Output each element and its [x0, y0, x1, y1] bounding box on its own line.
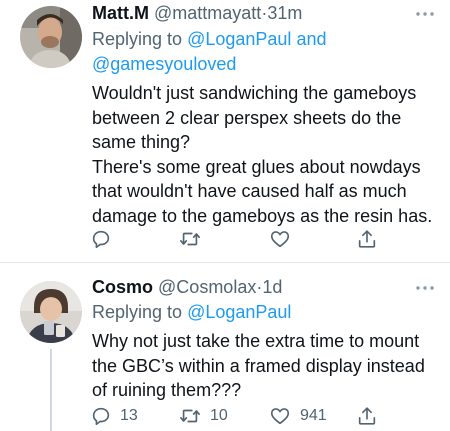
like-button[interactable] — [268, 224, 292, 254]
replying-prefix: Replying to — [92, 302, 183, 322]
avatar[interactable] — [20, 281, 82, 343]
thread-line — [50, 349, 52, 431]
reply-icon — [92, 407, 110, 426]
like-count: 941 — [300, 407, 327, 424]
like-button[interactable]: 941 — [268, 401, 327, 431]
retweet-button[interactable]: 10 — [178, 401, 228, 431]
mention-link[interactable]: @gamesyouloved — [92, 54, 236, 74]
timestamp[interactable]: 1d — [262, 277, 282, 297]
share-button[interactable] — [356, 224, 378, 254]
retweet-icon — [180, 232, 200, 246]
heart-icon — [270, 231, 290, 248]
share-button[interactable] — [356, 401, 378, 431]
reply-button[interactable] — [90, 224, 112, 254]
tweet-matt[interactable]: Matt.M @mattmayatt·31m Replying to @Loga… — [0, 0, 450, 262]
display-name[interactable]: Matt.M — [92, 3, 149, 23]
tweet-actions: 13 10 941 — [80, 401, 450, 431]
tweet-header: Matt.M @mattmayatt·31m — [92, 2, 302, 24]
retweet-icon — [180, 409, 200, 423]
tweet-cosmo[interactable]: Cosmo @Cosmolax·1d Replying to @LoganPau… — [0, 263, 450, 431]
tweet-actions — [80, 224, 450, 254]
timestamp[interactable]: 31m — [267, 3, 302, 23]
reply-button[interactable]: 13 — [90, 401, 138, 431]
avatar-image — [20, 281, 82, 343]
heart-icon — [270, 408, 290, 425]
tweet-text-line: that wouldn't have caused half as much — [92, 181, 407, 201]
tweet-text-line: same thing? — [92, 132, 191, 152]
tweet-header: Cosmo @Cosmolax·1d — [92, 276, 282, 298]
retweet-button[interactable] — [178, 224, 202, 254]
avatar-image — [20, 6, 82, 68]
replying-prefix: Replying to — [92, 29, 183, 49]
reply-icon — [92, 230, 110, 249]
share-icon — [358, 407, 376, 425]
replying-to: Replying to @LoganPaul and @gamesyoulove… — [92, 27, 432, 77]
tweet-text-line: There's some great glues about nowdays — [92, 156, 421, 177]
user-handle[interactable]: @Cosmolax — [158, 277, 256, 297]
mention-link[interactable]: @LoganPaul — [187, 302, 291, 322]
mention-link[interactable]: @LoganPaul — [187, 29, 291, 49]
replying-to: Replying to @LoganPaul — [92, 300, 432, 325]
tweet-text: Wouldn't just sandwiching the gameboys b… — [92, 81, 444, 228]
tweet-text-line: of ruining them??? — [92, 380, 242, 400]
retweet-count: 10 — [210, 407, 228, 424]
reply-count: 13 — [120, 407, 138, 424]
tweet-text: Why not just take the extra time to moun… — [92, 329, 444, 403]
share-icon — [358, 230, 376, 248]
user-handle[interactable]: @mattmayatt — [154, 3, 261, 23]
avatar[interactable] — [20, 6, 82, 68]
more-options-icon[interactable] — [414, 278, 436, 298]
tweet-text-line: Wouldn't just sandwiching the gameboys — [92, 83, 417, 103]
display-name[interactable]: Cosmo — [92, 277, 153, 297]
tweet-text-line: between 2 clear perspex sheets do the — [92, 107, 402, 128]
tweet-text-line: the GBC’s within a framed display instea… — [92, 355, 425, 376]
more-options-icon[interactable] — [414, 4, 436, 24]
mention-conjunction: and — [296, 29, 327, 49]
tweet-text-line: Why not just take the extra time to moun… — [92, 331, 420, 351]
